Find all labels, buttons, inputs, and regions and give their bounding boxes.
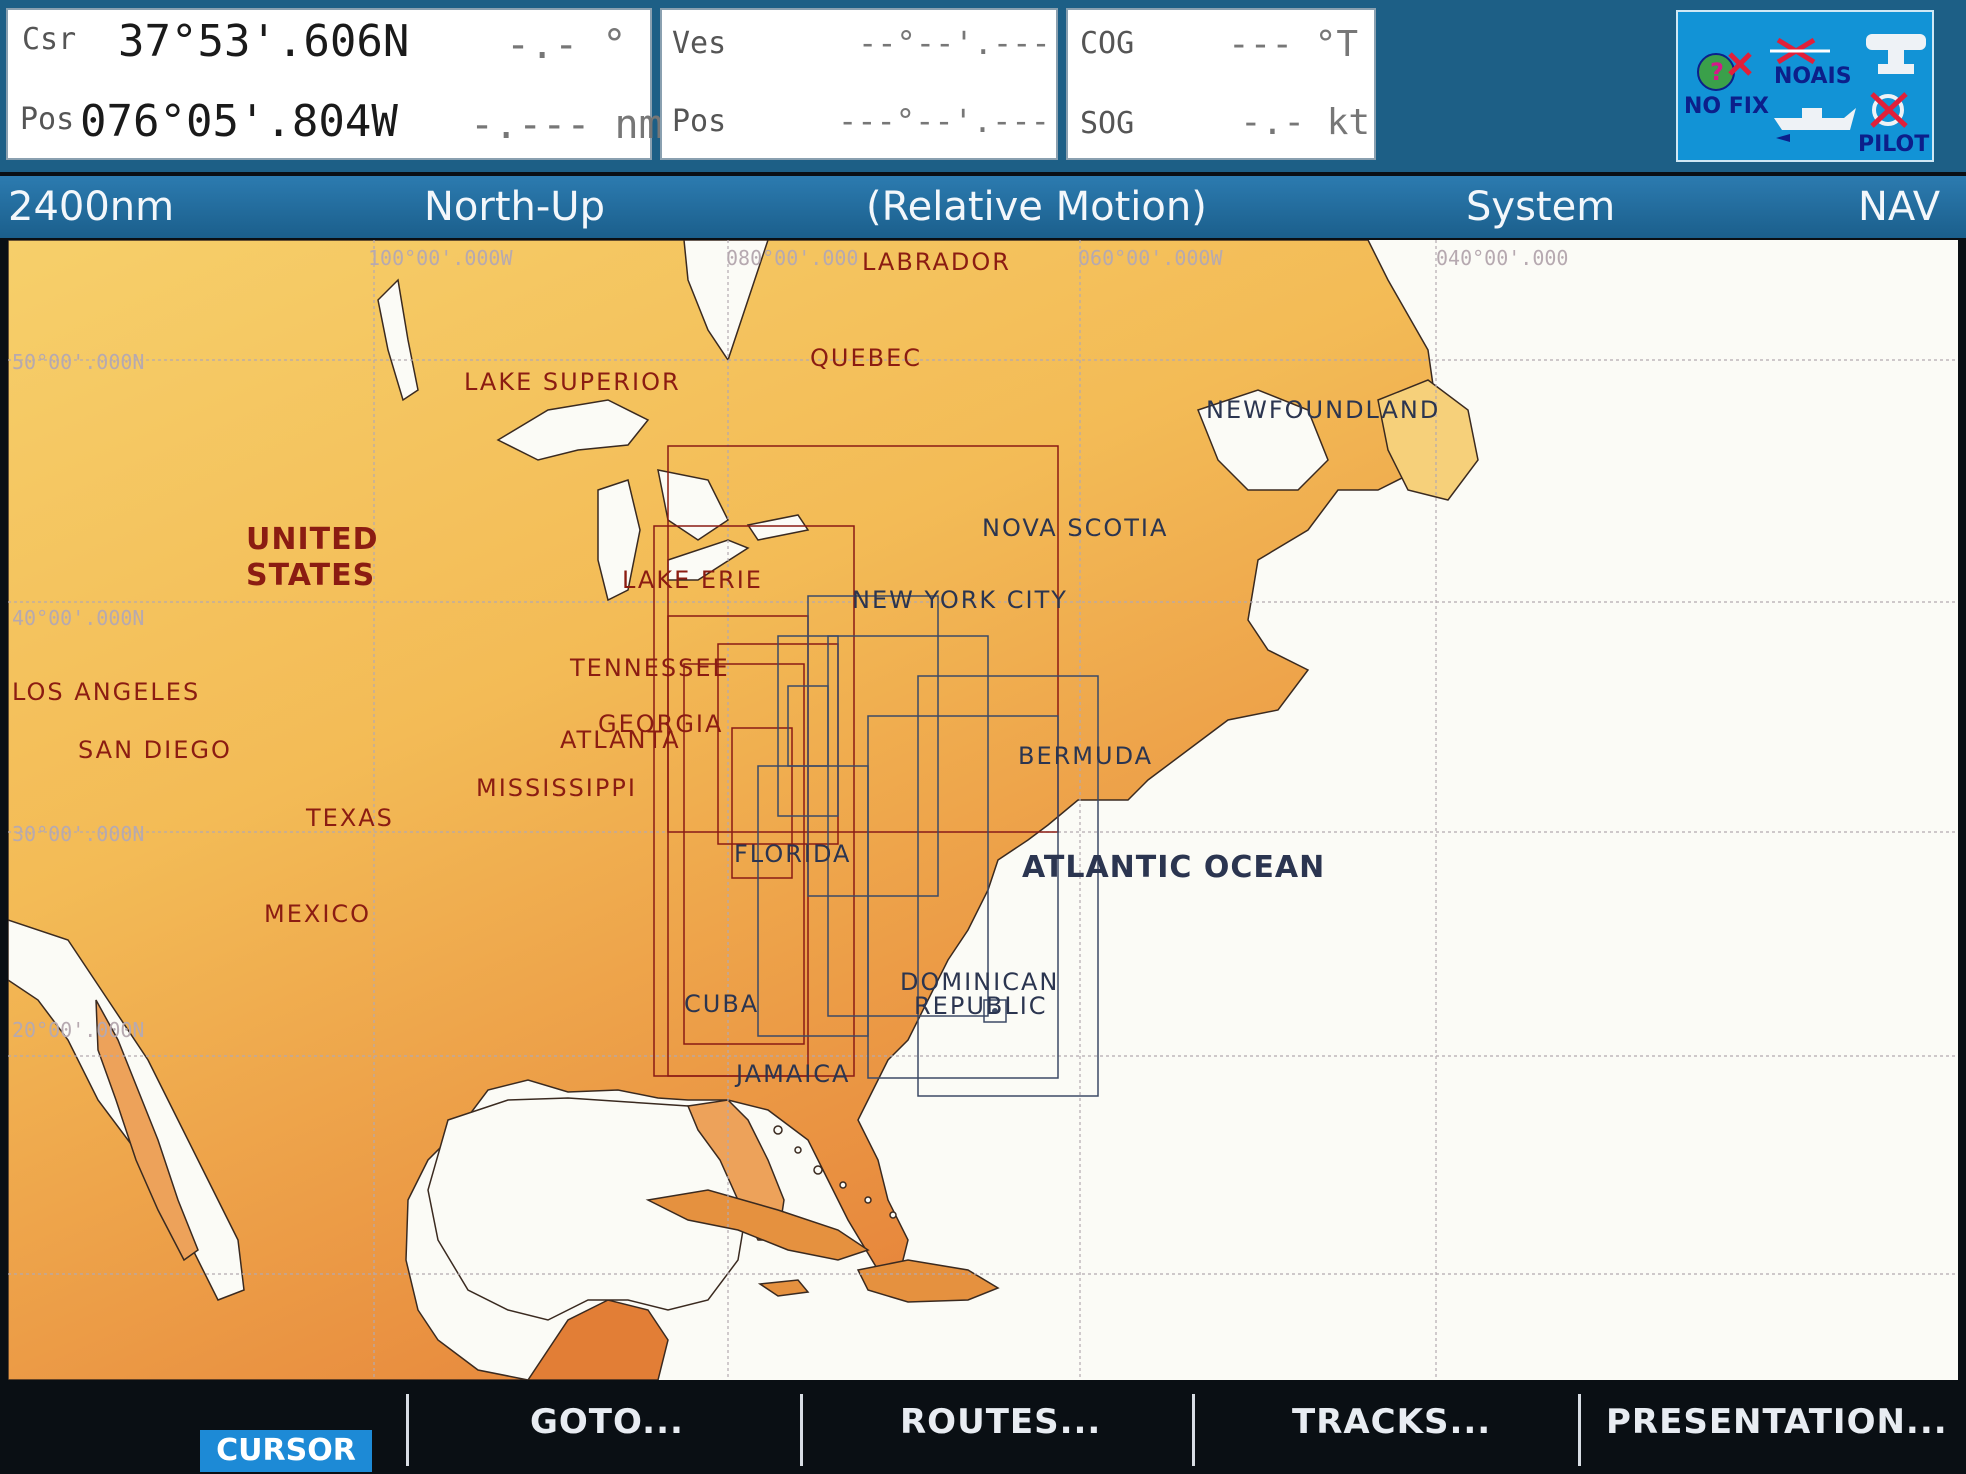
autopilot-off-icon [1870,92,1908,128]
label-jamaica: JAMAICA [736,1060,851,1088]
vessel-icon [1774,108,1856,142]
softkey-separator [1578,1394,1581,1466]
range-scale[interactable]: 2400nm [8,184,174,230]
vessel-longitude: ---°--'.--- [838,102,1050,140]
no-ais-label: NOAIS [1774,64,1852,89]
presentation-softkey[interactable]: PRESENTATION... [1606,1402,1948,1442]
tracks-softkey[interactable]: TRACKS... [1292,1402,1491,1442]
label-new-york-city: NEW YORK CITY [852,586,1068,614]
top-info-bar: Csr 37°53'.606N -.- ° Pos 076°05'.804W -… [0,0,1966,172]
ves-pos-label: Pos [672,104,727,139]
label-bermuda: BERMUDA [1018,742,1154,770]
cursor-softkey[interactable]: CURSOR [200,1430,372,1472]
course-speed-panel: COG --- °T SOG -.- kt [1066,8,1376,160]
goto-softkey[interactable]: GOTO... [530,1402,684,1442]
no-fix-label: NO FIX [1684,94,1769,119]
label-united: UNITED [246,522,379,557]
vessel-position-panel: Ves --°--'.--- Pos ---°--'.--- [660,8,1058,160]
cursor-position-panel: Csr 37°53'.606N -.- ° Pos 076°05'.804W -… [6,8,663,160]
chart-map[interactable]: 100°00'.000W 080°00'.000 060°00'.000W 04… [8,240,1958,1380]
softkey-separator [1192,1394,1195,1466]
cursor-longitude: 076°05'.804W [80,96,398,147]
sog-label: SOG [1080,106,1135,141]
lon-label-060w: 060°00'.000W [1078,246,1223,270]
label-mississippi: MISSISSIPPI [476,774,637,802]
label-newfoundland: NEWFOUNDLAND [1206,396,1441,424]
radar-icon [1866,34,1926,74]
label-republic: REPUBLIC [914,992,1048,1020]
label-cuba: CUBA [684,990,760,1018]
orientation-mode[interactable]: North-Up [424,184,605,230]
cursor-range: -.--- nm [470,102,663,148]
nav-mode[interactable]: NAV [1858,184,1940,230]
label-florida: FLORIDA [734,840,852,868]
sog-value: -.- kt [1240,102,1371,143]
pos-label: Pos [20,102,75,137]
label-lake-superior: LAKE SUPERIOR [464,368,681,396]
softkey-bar: CURSOR GOTO... ROUTES... TRACKS... PRESE… [0,1382,1966,1474]
label-los-angeles: LOS ANGELES [12,678,201,706]
lat-label-30n: 30°00'.000N [12,822,145,846]
motion-mode[interactable]: (Relative Motion) [866,184,1207,230]
gps-no-fix-icon: ? [1697,52,1752,91]
ves-label: Ves [672,26,727,61]
cursor-label: Csr [22,22,77,57]
lon-label-080w: 080°00'.000 [726,246,859,270]
softkey-separator [800,1394,803,1466]
label-tennessee: TENNESSEE [570,654,730,682]
chart-canvas [8,240,1958,1380]
label-texas: TEXAS [306,804,394,832]
lat-label-20n: 20°00'.000N [12,1018,145,1042]
lat-label-40n: 40°00'.000N [12,606,145,630]
vessel-latitude: --°--'.--- [858,24,1051,62]
routes-softkey[interactable]: ROUTES... [900,1402,1101,1442]
label-atlantic-ocean: ATLANTIC OCEAN [1022,850,1326,885]
lon-label-040w: 040°00'.000 [1436,246,1569,270]
label-quebec: QUEBEC [810,344,923,372]
cog-label: COG [1080,26,1135,61]
label-labrador: LABRADOR [862,248,1011,276]
label-states: STATES [246,558,376,593]
label-san-diego: SAN DIEGO [78,736,232,764]
label-lake-erie: LAKE ERIE [622,566,763,594]
cursor-bearing: -.- ° [506,22,627,68]
ais-off-icon [1770,37,1830,65]
lon-label-100w: 100°00'.000W [368,246,513,270]
system-status-box[interactable]: ? NO FIX NOAIS PILOT [1676,10,1934,162]
pilot-label: PILOT [1858,132,1930,157]
label-atlanta: ATLANTA [560,726,681,754]
system-menu[interactable]: System [1466,184,1615,230]
label-mexico: MEXICO [264,900,372,928]
chart-header: 2400nm North-Up (Relative Motion) System… [0,176,1966,238]
lat-label-50n: 50°00'.000N [12,350,145,374]
softkey-separator [406,1394,409,1466]
svg-text:?: ? [1710,58,1724,86]
cog-value: --- °T [1228,24,1359,65]
label-nova-scotia: NOVA SCOTIA [982,514,1169,542]
cursor-latitude: 37°53'.606N [118,16,410,67]
